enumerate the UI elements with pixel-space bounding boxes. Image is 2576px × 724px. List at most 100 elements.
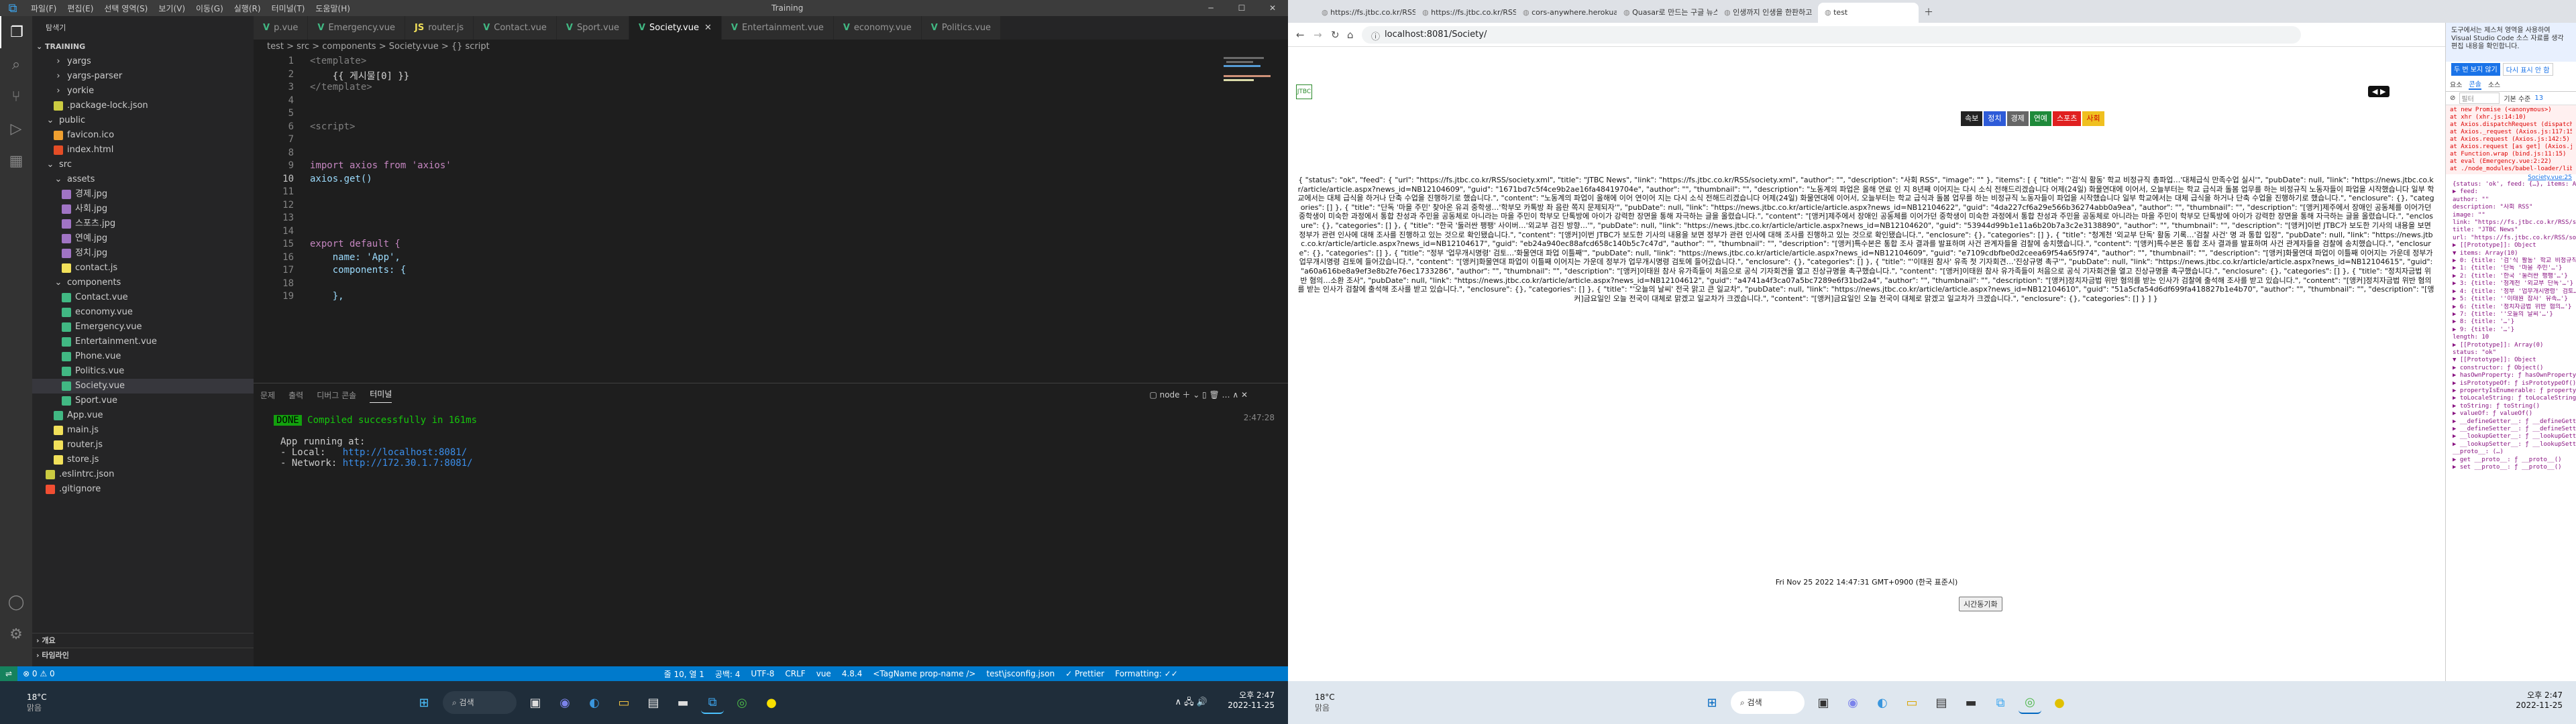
chat-icon-2[interactable]: ◉	[1841, 691, 1864, 714]
tree-item[interactable]: 경제.jpg	[32, 187, 254, 202]
remote-icon[interactable]: ⇌	[0, 666, 18, 681]
editor-tab[interactable]: Vp.vue	[254, 16, 309, 40]
language-mode[interactable]: vue	[816, 669, 831, 678]
object-line[interactable]: ▶ toString: ƒ toString()	[2453, 403, 2576, 410]
breadcrumb[interactable]: test > src > components > Society.vue > …	[254, 40, 490, 54]
editor-tab[interactable]: V Entertainment.vue	[721, 16, 834, 40]
devtools-tab[interactable]: 요소	[2450, 79, 2462, 89]
outline-section[interactable]: › 개요	[32, 633, 254, 648]
file-explorer-icon-2[interactable]: ▭	[1900, 691, 1923, 714]
object-line[interactable]: ▶ get __proto__: ƒ __proto__()	[2453, 457, 2576, 464]
panel-tab[interactable]: 디버그 콘솔	[317, 389, 356, 401]
maximize-icon[interactable]: ☐	[1226, 0, 1257, 16]
tree-item[interactable]: 연예.jpg	[32, 231, 254, 246]
object-line[interactable]: ▶ 3: {title: '청계천 '외교부 단독'…'}	[2453, 280, 2576, 288]
editor-tab[interactable]: V Contact.vue	[474, 16, 557, 40]
browser-tab[interactable]: ◍ Quasar로 만드는 구글 뉴스 | 개...	[1617, 3, 1717, 23]
site-info-icon[interactable]: ⓘ	[1371, 29, 1380, 42]
network-url-link[interactable]: http://172.30.1.7:8081/	[343, 458, 473, 469]
tree-item[interactable]: Society.vue	[32, 379, 254, 394]
object-line[interactable]: ▶ 1: {title: '단독 '마을 주민'…'}	[2453, 265, 2576, 272]
tree-item[interactable]: economy.vue	[32, 305, 254, 320]
code-line[interactable]: export default {	[310, 239, 400, 249]
code-line[interactable]: </template>	[310, 82, 372, 93]
run-debug-icon[interactable]: ▷	[0, 113, 32, 145]
extensions-icon[interactable]: ▦	[0, 145, 32, 177]
source-control-icon[interactable]: ⑂	[0, 80, 32, 113]
vscode-taskbar-icon-2[interactable]: ⧉	[1989, 691, 2012, 714]
tree-item[interactable]: main.js	[32, 423, 254, 438]
formatting-status[interactable]: Formatting: ✓✓	[1115, 669, 1178, 678]
tree-item[interactable]: › yargs-parser	[32, 69, 254, 84]
category-button[interactable]: 정치	[1984, 111, 2006, 126]
clock-2[interactable]: 오후 2:47 2022-11-25	[2516, 689, 2563, 710]
object-line[interactable]: link: "https://fs.jtbc.co.kr/RSS/society…	[2453, 219, 2576, 227]
weather-widget[interactable]: 18°C 맑음	[0, 692, 94, 713]
tree-item[interactable]: router.js	[32, 438, 254, 452]
editor-tab[interactable]: V Emergency.vue	[308, 16, 405, 40]
object-line[interactable]: ▶ valueOf: ƒ valueOf()	[2453, 410, 2576, 418]
panel-tab[interactable]: 터미널	[370, 388, 392, 403]
indent-setting[interactable]: 공백: 4	[715, 668, 741, 680]
code-editor[interactable]: 1 <template> 2 {{ 게시물[0] }} 3 </template> 4 5 6…	[254, 54, 1288, 383]
edge-icon[interactable]: ◐	[583, 691, 606, 714]
code-line[interactable]: name: 'App',	[310, 252, 400, 263]
new-tab-button[interactable]: ＋	[1919, 3, 1939, 23]
object-line[interactable]: ▶ 0: {title: '검'식 활동' 학교 비정규직 총파업…'대체급식……	[2453, 257, 2576, 265]
terminal-app-icon[interactable]: ▬	[672, 691, 694, 714]
minimap[interactable]	[1220, 54, 1287, 383]
settings-gear-icon[interactable]: ⚙	[0, 618, 32, 650]
start-icon[interactable]: ⊞	[413, 691, 435, 714]
code-line[interactable]: {{ 게시물[0] }}	[310, 69, 410, 82]
object-line[interactable]: title: "JTBC News"	[2453, 227, 2576, 234]
tree-item[interactable]: Entertainment.vue	[32, 335, 254, 349]
menu-item[interactable]: 도움말(H)	[315, 4, 350, 13]
browser-tab[interactable]: ◍ 인생까지 인생을 한판하고	[1717, 3, 1818, 23]
tree-item[interactable]: Sport.vue	[32, 394, 254, 408]
object-line[interactable]: ▶ [[Prototype]]: Array(0)	[2453, 342, 2576, 349]
log-source-link[interactable]: Society.vue:25	[2446, 174, 2576, 181]
tree-item[interactable]: › yorkie	[32, 84, 254, 99]
tree-item[interactable]: 사회.jpg	[32, 202, 254, 217]
url-input[interactable]: localhost:8081/Society/	[1362, 26, 2301, 44]
tree-item[interactable]: Contact.vue	[32, 290, 254, 305]
object-line[interactable]: url: "https://fs.jtbc.co.kr/RSS/society.…	[2453, 235, 2576, 242]
tree-item[interactable]: 정치.jpg	[32, 246, 254, 261]
object-line[interactable]: ▶ toLocaleString: ƒ toLocaleString()	[2453, 395, 2576, 402]
workspace-root[interactable]: ⌄ TRAINING	[32, 40, 254, 54]
eol[interactable]: CRLF	[785, 669, 805, 678]
close-tab-icon[interactable]: ✕	[704, 16, 712, 40]
kakaotalk-icon[interactable]: ●	[760, 691, 783, 714]
category-button[interactable]: 경제	[2006, 111, 2029, 126]
tree-item[interactable]: ⌄ components	[32, 276, 254, 290]
browser-tab[interactable]: ◍ test	[1818, 3, 1919, 23]
tree-item[interactable]: Politics.vue	[32, 364, 254, 379]
code-line[interactable]: },	[310, 291, 344, 302]
menu-item[interactable]: 실행(R)	[234, 4, 261, 13]
object-line[interactable]: ▶ 2: {title: '한국 '둘러싼 팽팽'…'}	[2453, 273, 2576, 280]
object-line[interactable]: status: "ok"	[2453, 349, 2576, 357]
chat-icon[interactable]: ◉	[553, 691, 576, 714]
nav-arrows[interactable]: ◀ ▶	[2368, 86, 2390, 97]
timeline-section[interactable]: › 타임라인	[32, 648, 254, 662]
object-line[interactable]: ▶ 5: {title: ''이태원 참사' 유족…'}	[2453, 296, 2576, 303]
ts-version[interactable]: 4.8.4	[842, 669, 863, 678]
edge-icon-2[interactable]: ◐	[1871, 691, 1894, 714]
problems-count[interactable]: ⊗ 0 ⚠ 0	[23, 669, 55, 678]
console-object-tree[interactable]: {status: 'ok', feed: {…}, items: Array(1…	[2446, 181, 2576, 471]
back-icon[interactable]: ←	[1296, 29, 1305, 41]
object-line[interactable]: ▶ set __proto__: ƒ __proto__()	[2453, 464, 2576, 471]
category-button[interactable]: 연예	[2029, 111, 2051, 126]
code-line[interactable]: <template>	[310, 56, 366, 66]
tree-item[interactable]: .gitignore	[32, 482, 254, 497]
editor-tab[interactable]: V Sport.vue	[556, 16, 629, 40]
category-button[interactable]: 사회	[2082, 111, 2104, 126]
chrome-icon-2[interactable]: ◎	[2019, 691, 2041, 714]
object-line[interactable]: ▶ 4: {title: '정부 '업무개시명령' 검토…'}	[2453, 288, 2576, 296]
terminal-output[interactable]: DONE Compiled successfully in 161ms App …	[254, 415, 1288, 469]
sync-time-button[interactable]: 시간동기화	[1959, 597, 2002, 611]
store-icon[interactable]: ▤	[642, 691, 665, 714]
code-line[interactable]: axios.get()	[310, 174, 372, 184]
tree-item[interactable]: Emergency.vue	[32, 320, 254, 335]
menu-item[interactable]: 터미널(T)	[272, 4, 305, 13]
